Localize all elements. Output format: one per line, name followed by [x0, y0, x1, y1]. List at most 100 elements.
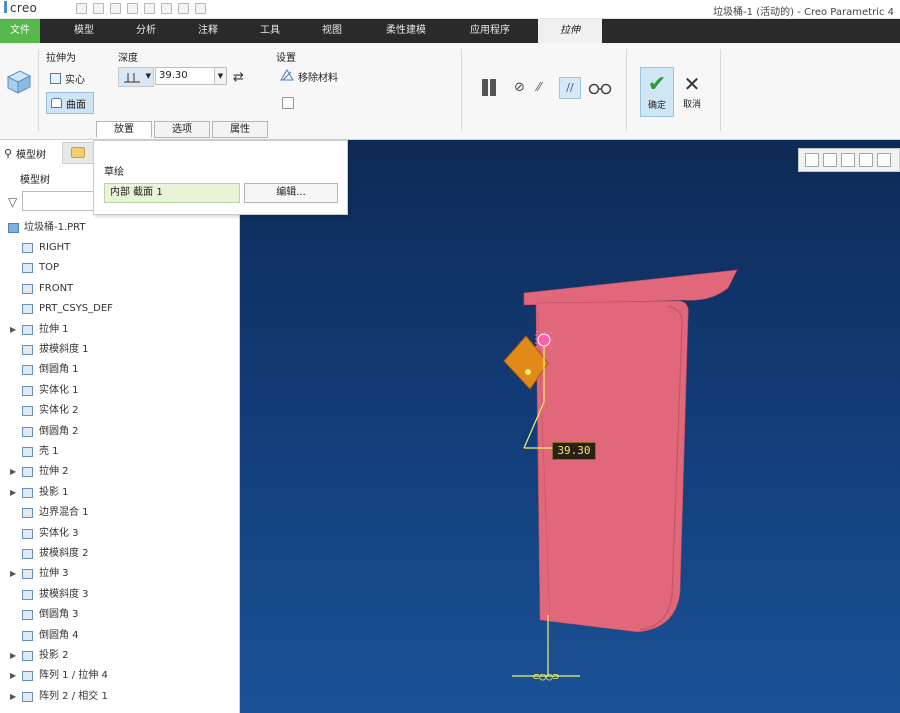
window-icon[interactable] — [178, 3, 189, 14]
folder-icon — [71, 147, 85, 158]
tree-item-label: 倒圆角 3 — [39, 609, 79, 621]
remove-material-icon — [280, 69, 294, 84]
tree-item-label: TOP — [39, 262, 60, 274]
menu-applications[interactable]: 应用程序 — [458, 19, 522, 43]
flip-direction-icon[interactable]: ⇄ — [233, 70, 244, 85]
sketch-collector[interactable]: 内部 截面 1 — [104, 183, 240, 203]
refit-icon[interactable] — [805, 153, 819, 167]
tree-item-label: FRONT — [39, 282, 74, 294]
glasses-icon[interactable] — [588, 79, 612, 98]
surface-button[interactable]: 曲面 — [46, 92, 94, 114]
expand-arrow-icon[interactable]: ▶ — [10, 564, 16, 584]
tree-item-label: 实体化 1 — [39, 384, 79, 396]
repaint-icon[interactable] — [859, 153, 873, 167]
feature-icon — [22, 385, 33, 396]
edit-sketch-button[interactable]: 编辑... — [244, 183, 338, 203]
tree-header: 模型树 — [20, 175, 50, 186]
depth-type-button[interactable]: ▼ — [118, 67, 154, 87]
feature-icon — [22, 324, 33, 335]
menu-model[interactable]: 模型 — [62, 19, 106, 43]
bin-body — [535, 300, 689, 633]
tree-item-label: 边界混合 1 — [39, 507, 89, 519]
feature-icon — [22, 651, 33, 661]
zoom-out-icon[interactable] — [841, 153, 855, 167]
graphics-viewport[interactable]: ⊂○○⊃ 39.30 — [240, 140, 900, 713]
depth-input[interactable]: 39.30 — [155, 67, 215, 85]
undo-icon[interactable] — [127, 3, 138, 14]
depth-dropdown[interactable]: ▼ — [215, 67, 227, 85]
expand-arrow-icon[interactable]: ▶ — [10, 320, 16, 340]
surface-icon — [51, 98, 62, 108]
ok-button[interactable]: ✔ 确定 — [640, 67, 674, 117]
open-icon[interactable] — [93, 3, 104, 14]
depth-label: 深度 — [118, 53, 138, 64]
pause-icon[interactable] — [482, 79, 496, 96]
tree-item-label: 拔模斜度 1 — [39, 344, 89, 355]
feature-icon — [22, 467, 33, 478]
thicken-sketch-checkbox[interactable] — [282, 97, 294, 109]
title-bar: creo 垃圾桶-1 (活动的) - Creo Parametric 4 — [0, 0, 900, 19]
tab-model-tree[interactable]: ⚲ 模型树 — [4, 144, 46, 162]
feature-icon — [22, 589, 33, 600]
menu-annotate[interactable]: 注释 — [186, 19, 230, 43]
display-style-icon[interactable] — [877, 153, 891, 167]
depth-dimension-label[interactable]: 39.30 — [552, 442, 596, 460]
tree-item-label: 实体化 3 — [39, 527, 79, 539]
solid-button[interactable]: 实心 — [50, 69, 85, 87]
tree-item-label: PRT_CSYS_DEF — [39, 303, 113, 315]
model-tree-panel: ⚲ 模型树 模型树 ▽ 垃圾桶-1.PRT RIGHT TOP FRONT PRT_C… — [0, 140, 240, 713]
cancel-button[interactable]: ✕ 取消 — [676, 67, 708, 117]
tree-item-label: 拔模斜度 3 — [39, 588, 89, 600]
close-icon: ✕ — [683, 72, 701, 96]
feature-icon — [22, 569, 33, 580]
menu-view[interactable]: 视图 — [310, 19, 354, 43]
menu-extrude[interactable]: 拉伸 — [538, 19, 602, 43]
menu-analysis[interactable]: 分析 — [124, 19, 168, 43]
feature-icon — [22, 263, 33, 274]
new-icon[interactable] — [76, 3, 87, 14]
quick-access-toolbar — [76, 3, 206, 14]
model-canvas[interactable]: ⊂○○⊃ — [240, 140, 900, 713]
redo-icon[interactable] — [144, 3, 155, 14]
feature-icon — [22, 549, 33, 559]
expand-arrow-icon[interactable]: ▶ — [10, 687, 16, 707]
feature-icon — [22, 508, 33, 519]
feature-icon — [22, 283, 33, 294]
expand-arrow-icon[interactable]: ▶ — [10, 646, 16, 666]
tree-item-label: 投影 2 — [39, 650, 69, 661]
feature-icon — [22, 671, 33, 682]
extrude-as-label: 拉伸为 — [46, 53, 76, 64]
tree-item-label: 倒圆角 1 — [39, 364, 79, 376]
tab-folder-browser[interactable] — [62, 142, 94, 164]
expand-arrow-icon[interactable]: ▶ — [10, 462, 16, 482]
verify-preview-icon[interactable]: // — [559, 77, 581, 99]
menu-flexible-modeling[interactable]: 柔性建模 — [374, 19, 438, 43]
feature-icon — [22, 447, 33, 457]
tree-item-label: 拉伸 2 — [39, 466, 69, 478]
feature-icon — [22, 528, 33, 539]
menu-file[interactable]: 文件 — [0, 19, 40, 43]
feature-icon — [22, 426, 33, 437]
no-preview-icon[interactable]: ⊘ — [514, 80, 525, 95]
sketch-label: 草绘 — [104, 167, 124, 178]
filter-icon[interactable]: ▽ — [8, 195, 17, 209]
tree-item-label: 阵列 1 / 拉伸 4 — [39, 670, 108, 682]
expand-arrow-icon[interactable]: ▶ — [10, 666, 16, 686]
app-logo: creo — [4, 1, 37, 15]
tab-properties[interactable]: 属性 — [212, 121, 268, 138]
view-toolbar — [798, 148, 900, 172]
expand-arrow-icon[interactable]: ▶ — [10, 483, 16, 503]
menu-tools[interactable]: 工具 — [248, 19, 292, 43]
extrude-feature-icon — [6, 67, 32, 98]
close-window-icon[interactable] — [195, 3, 206, 14]
tab-placement[interactable]: 放置 — [96, 121, 152, 138]
remove-material-button[interactable]: 移除材料 — [280, 69, 338, 84]
menu-bar: 文件 模型 分析 注释 工具 视图 柔性建模 应用程序 拉伸 — [0, 19, 900, 43]
tab-options[interactable]: 选项 — [154, 121, 210, 138]
zoom-in-icon[interactable] — [823, 153, 837, 167]
attached-preview-icon[interactable]: ⁄⁄ — [537, 80, 541, 94]
tree-item-label: 倒圆角 2 — [39, 425, 79, 437]
save-icon[interactable] — [110, 3, 121, 14]
feature-icon — [22, 345, 33, 355]
regenerate-icon[interactable] — [161, 3, 172, 14]
